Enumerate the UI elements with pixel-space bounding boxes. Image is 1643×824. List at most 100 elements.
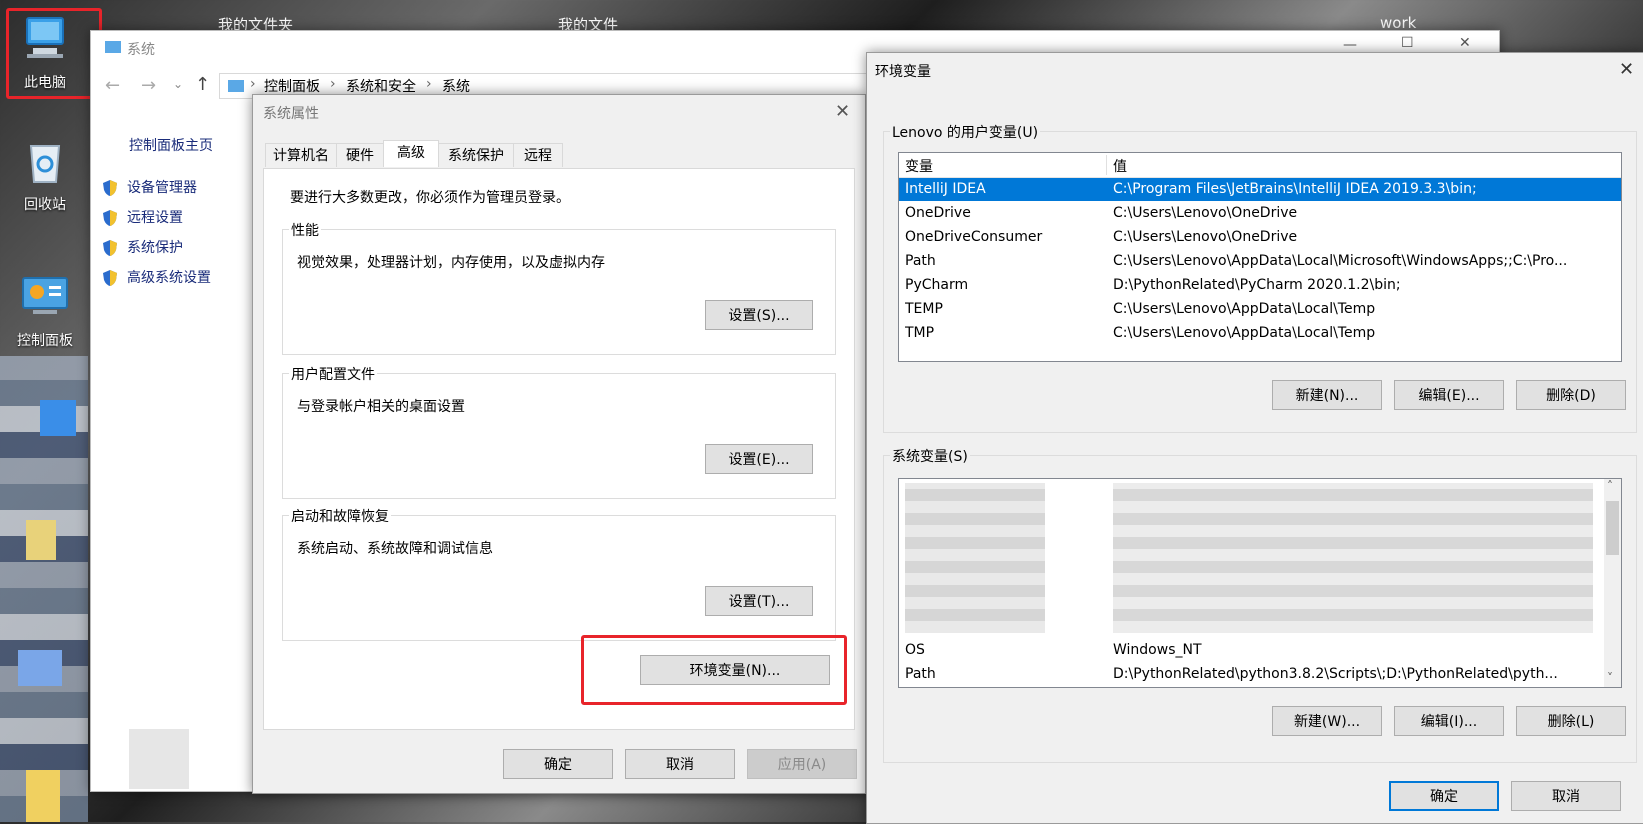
column-header-variable[interactable]: 变量 (905, 156, 933, 176)
table-row[interactable]: Path D:\PythonRelated\python3.8.2\Scripts… (899, 663, 1621, 686)
ok-button[interactable]: 确定 (503, 749, 613, 779)
dialog-title: 系统属性 (263, 106, 319, 122)
tab-remote[interactable]: 远程 (513, 143, 563, 167)
control-panel-icon (22, 277, 68, 314)
cancel-button[interactable]: 取消 (625, 749, 735, 779)
system-properties-dialog: 系统属性 ✕ 计算机名 硬件 高级 系统保护 远程 要进行大多数更改，你必须作为… (252, 94, 866, 794)
maximize-icon[interactable]: ☐ (1401, 35, 1414, 51)
sidebar-title[interactable]: 控制面板主页 (129, 135, 213, 155)
close-icon[interactable]: ✕ (1619, 61, 1634, 79)
sidebar-item-label: 设备管理器 (127, 180, 197, 196)
user-profiles-settings-button[interactable]: 设置(E)... (705, 444, 813, 474)
back-arrow-icon[interactable]: ← (105, 75, 120, 96)
blurred-region (18, 650, 62, 686)
desktop-icon-control-panel[interactable]: 控制面板 (6, 270, 84, 350)
tab-hardware[interactable]: 硬件 (336, 143, 384, 167)
shield-icon (103, 180, 117, 196)
desktop-icon-recycle-bin[interactable]: 回收站 (6, 134, 84, 214)
system-new-button[interactable]: 新建(W)... (1272, 706, 1382, 736)
table-row[interactable]: OneDriveConsumer C:\Users\Lenovo\OneDrive (899, 226, 1621, 249)
tab-advanced[interactable]: 高级 (383, 140, 439, 167)
breadcrumb-separator: › (330, 76, 336, 92)
user-delete-button[interactable]: 删除(D) (1516, 380, 1626, 410)
table-row[interactable]: TMP C:\Users\Lenovo\AppData\Local\Temp (899, 322, 1621, 345)
column-divider (1106, 155, 1107, 175)
apply-button[interactable]: 应用(A) (747, 749, 857, 779)
blurred-region (129, 729, 189, 789)
minimize-icon[interactable]: — (1343, 37, 1357, 53)
shield-icon (103, 210, 117, 226)
sidebar-item-remote-settings[interactable]: 远程设置 (101, 207, 251, 237)
chevron-down-icon[interactable]: ⌄ (173, 77, 183, 91)
computer-icon (228, 80, 244, 92)
table-row[interactable]: IntelliJ IDEA C:\Program Files\JetBrains\… (899, 178, 1621, 201)
blurred-region (1113, 483, 1593, 633)
table-row[interactable]: PyCharm D:\PythonRelated\PyCharm 2020.1.2… (899, 274, 1621, 297)
up-arrow-icon[interactable]: ↑ (195, 74, 210, 95)
ok-button[interactable]: 确定 (1389, 781, 1499, 811)
group-title: 启动和故障恢复 (289, 506, 391, 526)
table-row[interactable]: OneDrive C:\Users\Lenovo\OneDrive (899, 202, 1621, 225)
shield-icon (103, 270, 117, 286)
sidebar: 设备管理器 远程设置 系统保护 高级系统设置 (101, 177, 251, 297)
user-edit-button[interactable]: 编辑(E)... (1394, 380, 1504, 410)
highlight-box-this-pc (6, 8, 102, 99)
system-delete-button[interactable]: 删除(L) (1516, 706, 1626, 736)
breadcrumb-item[interactable]: 控制面板 (264, 76, 320, 96)
performance-settings-button[interactable]: 设置(S)... (705, 300, 813, 330)
cancel-button[interactable]: 取消 (1511, 781, 1621, 811)
shield-icon (103, 240, 117, 256)
group-description: 系统启动、系统故障和调试信息 (297, 541, 493, 557)
group-title: Lenovo 的用户变量(U) (890, 122, 1041, 142)
group-system-variables: 系统变量(S) OS Windows_NT Path D:\PythonRelate… (883, 446, 1637, 763)
user-variables-list[interactable]: 变量 值 IntelliJ IDEA C:\Program Files\JetBr… (898, 152, 1622, 362)
tab-computer-name[interactable]: 计算机名 (265, 143, 337, 167)
group-title: 用户配置文件 (289, 364, 377, 384)
user-new-button[interactable]: 新建(N)... (1272, 380, 1382, 410)
group-startup-recovery: 启动和故障恢复 系统启动、系统故障和调试信息 设置(T)... (282, 506, 836, 641)
desktop-icon-label: 控制面板 (17, 333, 73, 349)
sidebar-item-label: 系统保护 (127, 240, 183, 256)
system-variables-list[interactable]: OS Windows_NT Path D:\PythonRelated\python… (898, 478, 1622, 688)
tab-system-protection[interactable]: 系统保护 (438, 143, 514, 167)
group-performance: 性能 视觉效果，处理器计划，内存使用，以及虚拟内存 设置(S)... (282, 220, 836, 355)
blurred-region (26, 770, 60, 822)
breadcrumb-item[interactable]: 系统 (442, 76, 470, 96)
close-icon[interactable]: ✕ (1459, 35, 1471, 51)
scrollbar[interactable]: ˄ ˅ (1604, 479, 1621, 687)
dialog-title: 环境变量 (875, 64, 931, 80)
scroll-up-icon[interactable]: ˄ (1607, 479, 1613, 493)
list-header: 变量 值 (899, 153, 1621, 178)
group-description: 视觉效果，处理器计划，内存使用，以及虚拟内存 (297, 255, 605, 271)
startup-recovery-settings-button[interactable]: 设置(T)... (705, 586, 813, 616)
environment-variables-dialog: 环境变量 ✕ Lenovo 的用户变量(U) 变量 值 IntelliJ IDE… (866, 52, 1643, 824)
table-row[interactable]: OS Windows_NT (899, 639, 1621, 662)
tab-strip: 计算机名 硬件 高级 系统保护 远程 (265, 140, 855, 169)
system-edit-button[interactable]: 编辑(I)... (1394, 706, 1504, 736)
sidebar-item-advanced-settings[interactable]: 高级系统设置 (101, 267, 251, 297)
breadcrumb-separator: › (426, 76, 432, 92)
scrollbar-thumb[interactable] (1606, 501, 1619, 555)
scroll-down-icon[interactable]: ˅ (1607, 671, 1613, 685)
breadcrumb-item[interactable]: 系统和安全 (346, 76, 416, 96)
group-title: 性能 (289, 220, 321, 240)
group-user-variables: Lenovo 的用户变量(U) 变量 值 IntelliJ IDEA C:\Pro… (883, 122, 1637, 433)
highlight-box-env-button (581, 635, 847, 705)
column-header-value[interactable]: 值 (1113, 156, 1127, 176)
group-description: 与登录帐户相关的桌面设置 (297, 399, 465, 415)
window-title: 系统 (127, 42, 155, 58)
admin-note: 要进行大多数更改，你必须作为管理员登录。 (290, 190, 570, 206)
recycle-bin-icon (29, 145, 61, 183)
blurred-region (26, 520, 56, 560)
forward-arrow-icon[interactable]: → (141, 75, 156, 96)
blurred-region (40, 400, 76, 436)
group-title: 系统变量(S) (890, 446, 970, 466)
sidebar-item-device-manager[interactable]: 设备管理器 (101, 177, 251, 207)
breadcrumb-separator: › (250, 76, 256, 92)
sidebar-item-system-protection[interactable]: 系统保护 (101, 237, 251, 267)
close-icon[interactable]: ✕ (835, 103, 850, 121)
table-row[interactable]: Path C:\Users\Lenovo\AppData\Local\Micros… (899, 250, 1621, 273)
sidebar-item-label: 远程设置 (127, 210, 183, 226)
blurred-region (905, 483, 1045, 633)
table-row[interactable]: TEMP C:\Users\Lenovo\AppData\Local\Temp (899, 298, 1621, 321)
